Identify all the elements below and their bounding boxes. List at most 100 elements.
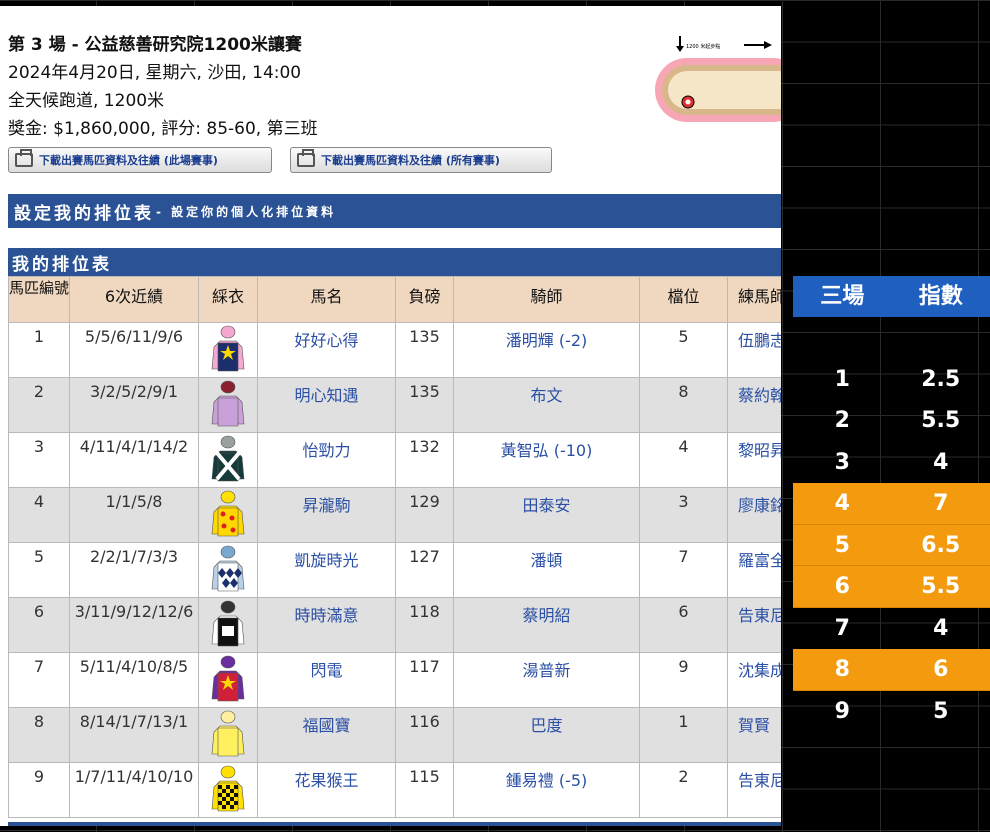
horse-name-link[interactable]: 昇瀧駒 bbox=[257, 487, 396, 543]
header-form[interactable]: 6次近績 bbox=[69, 276, 199, 323]
horse-name-link[interactable]: 時時滿意 bbox=[257, 597, 396, 653]
setup-subtitle: - 設定你的個人化排位資料 bbox=[156, 204, 337, 219]
trainer-link[interactable]: 告東尼 bbox=[727, 762, 781, 818]
weight: 116 bbox=[395, 707, 454, 763]
silk-check-icon bbox=[199, 765, 257, 815]
trainer-link[interactable]: 廖康銘 bbox=[727, 487, 781, 543]
header-trainer[interactable]: 練馬師 bbox=[727, 276, 781, 323]
trainer-link[interactable]: 伍鵬志 bbox=[727, 322, 781, 378]
printer-icon bbox=[297, 149, 315, 167]
trainer-link[interactable]: 蔡約翰 bbox=[727, 377, 781, 433]
recent-form: 5/11/4/10/8/5 bbox=[69, 652, 199, 708]
index-horse-no: 1 bbox=[834, 366, 850, 392]
jockey-link[interactable]: 潘明輝 (-2) bbox=[453, 322, 640, 378]
race-date: 2024年4月20日, 星期六, 沙田, 14:00 bbox=[8, 63, 302, 83]
download-all-races-button[interactable]: 下載出賽馬匹資料及往績 (所有賽事) bbox=[290, 147, 552, 173]
table-row: 23/2/5/2/9/1 明心知遇135布文8蔡約翰 bbox=[8, 377, 781, 433]
track-map-label: 1200 米起步點 bbox=[686, 43, 720, 50]
weight: 135 bbox=[395, 322, 454, 378]
horse-name-link[interactable]: 花果猴王 bbox=[257, 762, 396, 818]
index-table: 三場 指數 1 2.5 2 5.5 3 4 4 7 5 6.5 6 5.5 7 4 8 6 9 5 bbox=[793, 276, 990, 732]
track-map-icon: 1200 米起步點 bbox=[655, 36, 781, 122]
horse-no: 2 bbox=[8, 377, 70, 433]
index-header-race: 三場 bbox=[820, 284, 865, 309]
jockey-link[interactable]: 蔡明紹 bbox=[453, 597, 640, 653]
index-horse-no: 3 bbox=[834, 449, 850, 475]
silk-yellow-icon bbox=[199, 710, 257, 760]
table-bottom-bar bbox=[8, 822, 781, 826]
horse-name-link[interactable]: 好好心得 bbox=[257, 322, 396, 378]
index-value: 7 bbox=[891, 483, 990, 525]
table-row: 75/11/4/10/8/5 閃電117湯普新9沈集成 bbox=[8, 652, 781, 708]
silk-black-white-icon bbox=[199, 600, 257, 650]
index-row: 34 bbox=[793, 442, 990, 484]
jockey-link[interactable]: 巴度 bbox=[453, 707, 640, 763]
download-this-race-button[interactable]: 下載出賽馬匹資料及往績 (此場賽事) bbox=[8, 147, 272, 173]
table-header-row: 馬匹編號 6次近績 綵衣 馬名 負磅 騎師 檔位 練馬師 bbox=[8, 276, 781, 323]
recent-form: 1/7/11/4/10/10 bbox=[69, 762, 199, 818]
jockey-link[interactable]: 黃智弘 (-10) bbox=[453, 432, 640, 488]
silk-purple-red-icon bbox=[199, 655, 257, 705]
horse-name-link[interactable]: 怡勁力 bbox=[257, 432, 396, 488]
index-row: 5 6.5 bbox=[793, 524, 990, 566]
index-value: 4 bbox=[933, 615, 949, 641]
table-row: 15/5/6/11/9/6 好好心得135潘明輝 (-2)5伍鵬志 bbox=[8, 322, 781, 378]
jockey-link[interactable]: 湯普新 bbox=[453, 652, 640, 708]
silks bbox=[198, 322, 258, 378]
index-horse-no: 8 bbox=[793, 649, 892, 691]
silks bbox=[198, 487, 258, 543]
silks bbox=[198, 597, 258, 653]
trainer-link[interactable]: 黎昭昇 bbox=[727, 432, 781, 488]
recent-form: 8/14/1/7/13/1 bbox=[69, 707, 199, 763]
draw: 8 bbox=[639, 377, 728, 433]
horse-no: 9 bbox=[8, 762, 70, 818]
trainer-link[interactable]: 羅富全 bbox=[727, 542, 781, 598]
horse-name-link[interactable]: 明心知遇 bbox=[257, 377, 396, 433]
silk-diamonds-icon bbox=[199, 545, 257, 595]
jockey-link[interactable]: 鍾易禮 (-5) bbox=[453, 762, 640, 818]
horse-name-link[interactable]: 福國寶 bbox=[257, 707, 396, 763]
table-row: 52/2/1/7/3/3 凱旋時光127潘頓7羅富全 bbox=[8, 542, 781, 598]
index-horse-no: 9 bbox=[834, 698, 850, 724]
silks bbox=[198, 762, 258, 818]
horse-name-link[interactable]: 凱旋時光 bbox=[257, 542, 396, 598]
jockey-link[interactable]: 田泰安 bbox=[453, 487, 640, 543]
silk-lilac-icon bbox=[199, 380, 257, 430]
recent-form: 3/2/5/2/9/1 bbox=[69, 377, 199, 433]
setup-title: 設定我的排位表 bbox=[14, 203, 154, 224]
index-value: 5 bbox=[933, 698, 949, 724]
recent-form: 1/1/5/8 bbox=[69, 487, 199, 543]
header-horse-no[interactable]: 馬匹編號 bbox=[8, 276, 70, 323]
recent-form: 4/11/4/1/14/2 bbox=[69, 432, 199, 488]
horse-name-link[interactable]: 閃電 bbox=[257, 652, 396, 708]
header-silks[interactable]: 綵衣 bbox=[198, 276, 258, 323]
weight: 135 bbox=[395, 377, 454, 433]
index-horse-no: 2 bbox=[834, 408, 850, 433]
trainer-link[interactable]: 沈集成 bbox=[727, 652, 781, 708]
index-horse-no: 6 bbox=[793, 566, 892, 608]
weight: 117 bbox=[395, 652, 454, 708]
printer-icon bbox=[15, 149, 33, 167]
draw: 3 bbox=[639, 487, 728, 543]
header-horse-name[interactable]: 馬名 bbox=[257, 276, 396, 323]
index-spacer-row bbox=[793, 317, 990, 359]
recent-form: 3/11/9/12/12/6 bbox=[69, 597, 199, 653]
horse-no: 6 bbox=[8, 597, 70, 653]
my-table-title: 我的排位表 bbox=[12, 254, 112, 275]
jockey-link[interactable]: 潘頓 bbox=[453, 542, 640, 598]
weight: 132 bbox=[395, 432, 454, 488]
index-horse-no: 4 bbox=[793, 483, 892, 525]
trainer-link[interactable]: 賀賢 bbox=[727, 707, 781, 763]
race-title: 第 3 場 - 公益慈善研究院1200米讓賽 bbox=[8, 35, 302, 55]
trainer-link[interactable]: 告東尼 bbox=[727, 597, 781, 653]
index-value: 5.5 bbox=[891, 566, 990, 608]
draw: 1 bbox=[639, 707, 728, 763]
jockey-link[interactable]: 布文 bbox=[453, 377, 640, 433]
header-draw[interactable]: 檔位 bbox=[639, 276, 728, 323]
header-weight[interactable]: 負磅 bbox=[395, 276, 454, 323]
header-jockey[interactable]: 騎師 bbox=[453, 276, 640, 323]
setup-section-bar[interactable]: 設定我的排位表 - 設定你的個人化排位資料 bbox=[8, 194, 781, 228]
draw: 5 bbox=[639, 322, 728, 378]
table-row: 41/1/5/8 昇瀧駒129田泰安3廖康銘 bbox=[8, 487, 781, 543]
table-row: 63/11/9/12/12/6時時滿意118蔡明紹6告東尼 bbox=[8, 597, 781, 653]
